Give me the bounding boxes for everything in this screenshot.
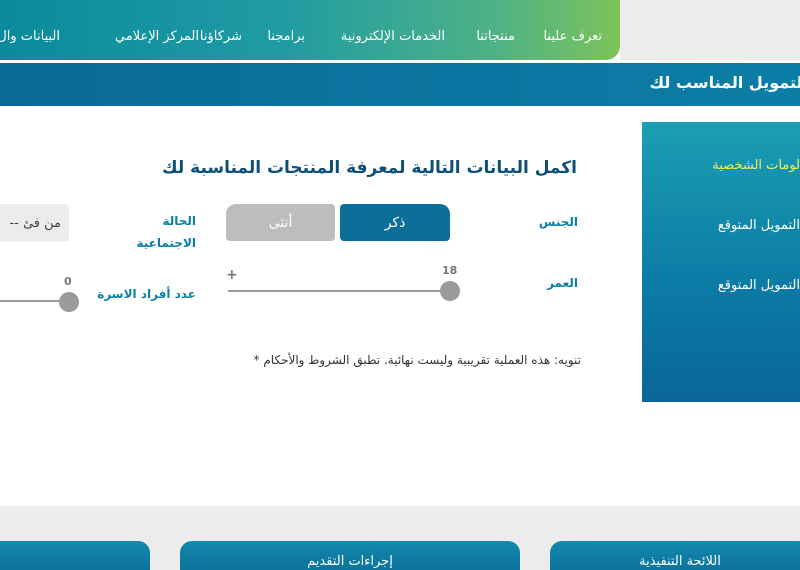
family-size-slider-handle[interactable] [59,292,79,312]
nav-item-e-services[interactable]: الخدمات الإلكترونية [341,29,445,44]
step-expected-financing[interactable]: التمويل المتوقع [718,218,800,233]
family-size-value: 0 [64,275,72,288]
gender-female-button[interactable]: أنثى [226,204,335,241]
gender-label: الجنس [538,215,578,229]
marital-status-select[interactable]: -- من فئ [0,204,69,242]
card-executive-regulations[interactable]: اللائحة التنفيذية [550,541,800,570]
marital-status-label-line2: الاجتماعية [136,236,196,250]
family-size-label: عدد أفراد الاسرة [97,287,196,301]
gender-male-button[interactable]: ذكر [340,204,450,241]
form-heading: اكمل البيانات التالية لمعرفة المنتجات ال… [162,158,577,178]
page-title: التمويل المناسب لك [649,73,800,92]
age-slider-track[interactable] [228,290,450,292]
age-label: العمر [547,276,578,290]
step-personal-info[interactable]: لومات الشخصية [712,158,800,173]
top-nav-background [620,0,800,60]
age-slider-handle[interactable] [440,281,460,301]
step-expected-financing-2[interactable]: التمويل المتوقع [718,278,800,293]
top-nav: تعرف علينا منتجاتنا الخدمات الإلكترونية … [0,0,620,60]
steps-panel: لومات الشخصية التمويل المتوقع التمويل ال… [642,122,800,402]
marital-status-label-line1: الحالة [162,214,196,228]
nav-item-about[interactable]: تعرف علينا [543,29,602,44]
nav-item-partners[interactable]: شركاؤنا [200,29,242,44]
card-partial[interactable] [0,541,150,570]
nav-item-programs[interactable]: برامجنا [267,29,305,44]
age-min-value: 18 [442,264,458,277]
age-max-value: + [226,267,238,283]
disclaimer-note: * تنويه: هذه العملية تقريبية وليست نهائي… [253,353,581,367]
nav-item-data[interactable]: البيانات وال [0,29,60,44]
nav-item-media-center[interactable]: المركز الإعلامي [115,29,199,44]
card-application-procedures[interactable]: إجراءات التقديم [180,541,520,570]
nav-item-products[interactable]: منتجاتنا [476,29,515,44]
page-title-bar: التمويل المناسب لك [0,63,800,106]
